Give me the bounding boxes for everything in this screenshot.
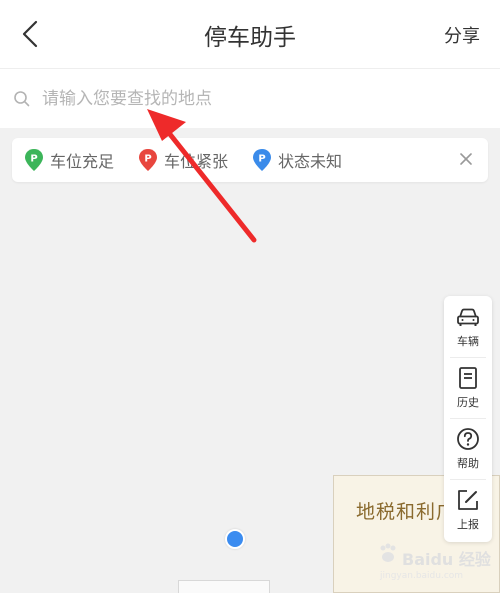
- map-toolbar: 车辆 历史 帮助 上报: [444, 296, 492, 542]
- page-title: 停车助手: [204, 25, 296, 51]
- svg-text:P: P: [30, 154, 37, 165]
- toolbar-label: 历史: [457, 396, 479, 409]
- toolbar-history-button[interactable]: 历史: [444, 357, 492, 418]
- toolbar-vehicle-button[interactable]: 车辆: [444, 296, 492, 357]
- legend-label: 状态未知: [278, 152, 343, 171]
- toolbar-label: 帮助: [457, 457, 479, 470]
- map-building-outline: [178, 580, 270, 593]
- car-icon: [457, 308, 479, 326]
- map-building-label: 地税和利广: [356, 501, 457, 523]
- share-button[interactable]: 分享: [444, 22, 480, 48]
- top-bar: 停车助手 分享: [0, 0, 500, 68]
- legend-label: 车位充足: [50, 152, 115, 171]
- legend-item-available: P 车位充足: [24, 148, 114, 172]
- search-icon: [12, 89, 32, 109]
- baidu-watermark: Baidu 经验 jingyan.baidu.com: [376, 542, 496, 588]
- search-bar: [0, 68, 500, 128]
- legend-item-limited: P 车位紧张: [138, 148, 228, 172]
- svg-text:P: P: [258, 154, 265, 165]
- history-icon: [459, 367, 477, 389]
- legend-close-button[interactable]: [456, 149, 476, 169]
- parking-pin-red-icon: P: [139, 149, 158, 171]
- report-icon: [458, 490, 478, 510]
- current-location-dot: [225, 529, 245, 549]
- parking-pin-green-icon: P: [25, 149, 43, 171]
- svg-text:P: P: [144, 154, 151, 165]
- paw-logo-icon: [380, 543, 396, 562]
- legend-label: 车位紧张: [164, 152, 229, 171]
- toolbar-label: 上报: [457, 518, 479, 531]
- close-icon: [460, 153, 472, 165]
- watermark-text: Baidu 经验: [402, 550, 491, 569]
- watermark-url: jingyan.baidu.com: [380, 571, 464, 581]
- help-icon: [457, 428, 479, 450]
- toolbar-label: 车辆: [457, 335, 479, 348]
- toolbar-help-button[interactable]: 帮助: [444, 418, 492, 479]
- parking-legend: P 车位充足 P 车位紧张 P 状态未知: [12, 138, 488, 182]
- parking-pin-blue-icon: P: [253, 149, 272, 171]
- toolbar-report-button[interactable]: 上报: [444, 479, 492, 540]
- search-input[interactable]: [42, 88, 462, 109]
- legend-item-unknown: P 状态未知: [252, 148, 342, 172]
